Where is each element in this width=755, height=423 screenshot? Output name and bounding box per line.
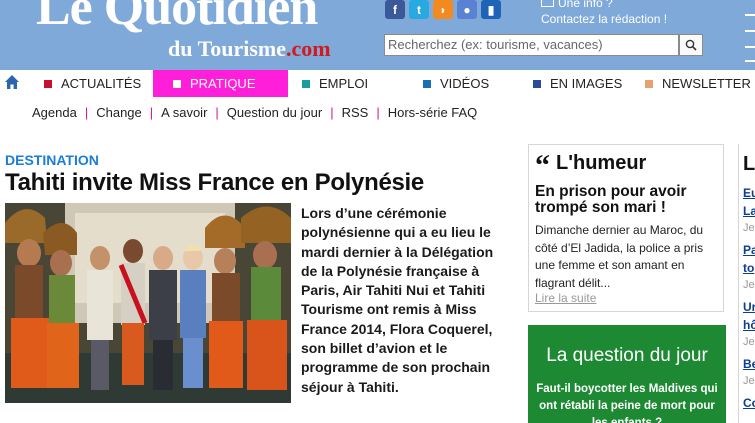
contact-line1: Une info ? [558,0,613,10]
read-more-link[interactable]: Lire la suite [535,291,596,305]
subnav-item-rss[interactable]: RSS [342,105,369,120]
mobile-icon[interactable]: ▮ [481,0,501,19]
rss-icon[interactable]: ◗ [433,0,453,19]
nav-label: PRATIQUE [190,76,256,91]
site-logo-bottom[interactable]: du Tourisme.com [168,36,331,62]
subnav-item-agenda[interactable]: Agenda [32,105,77,120]
nav-bullet [302,79,310,88]
question-heading: La question du jour [546,345,708,366]
right-column-link[interactable]: Ur [743,300,755,314]
myspace-icon[interactable]: ● [457,0,477,19]
subnav-separator: | [330,105,334,120]
site-header: Le Quotidien du Tourisme.com f t ◗ ● ▮ U… [0,0,755,70]
humeur-heading-label: L'humeur [556,152,647,174]
humeur-text: Dimanche dernier au Maroc, du côté d’El … [535,223,704,290]
subnav-item-hors-serie-faq[interactable]: Hors-série FAQ [388,105,478,120]
nav-label: EMPLOI [319,76,369,91]
nav-label: VIDÉOS [440,76,490,91]
article-lede[interactable]: Lors d’une cérémonie polynésienne qui a … [301,204,512,397]
nav-label: ACTUALITÉS [61,76,142,91]
home-icon[interactable] [4,74,20,90]
right-column-heading: Le [743,153,755,175]
article-photo-graphic [5,203,291,403]
logo-bottom-main: du Tourisme [168,36,286,61]
right-column-date: Je [743,336,755,348]
subnav-item-a-savoir[interactable]: A savoir [161,105,207,120]
right-column-link[interactable]: to [743,261,754,275]
nav-bullet [645,79,653,88]
nav-bullet [533,79,541,88]
page: Le Quotidien du Tourisme.com f t ◗ ● ▮ U… [0,0,755,423]
article-kicker[interactable]: DESTINATION [5,152,99,168]
search-icon [685,39,697,51]
right-column-link[interactable]: hô [743,318,755,332]
mail-icon [541,0,554,7]
contact-line2[interactable]: Contactez la rédaction ! [541,11,667,27]
facebook-icon[interactable]: f [385,0,405,19]
menu-icon[interactable] [742,0,755,70]
quote-icon: “ [535,149,550,182]
nav-item-emploi[interactable]: EMPLOI [302,70,368,97]
right-column-link[interactable]: La [743,204,755,218]
subnav-separator: | [215,105,219,120]
search-input[interactable]: Recherchez (ex: tourisme, vacances) [384,34,679,56]
right-column-date: Je [743,375,755,387]
right-column: Le Eu La Je Pa to Je Ur hô Je Be Je Co [738,144,755,423]
question-box: La question du jour Faut-il boycotter le… [528,325,726,423]
humeur-heading: “ L'humeur [535,151,647,181]
search-button[interactable] [679,34,703,56]
right-column-link[interactable]: Eu [743,186,755,200]
nav-label: NEWSLETTER [662,76,751,91]
subnav-item-change[interactable]: Change [96,105,142,120]
nav-bullet [423,79,431,88]
question-text[interactable]: Faut-il boycotter les Maldives qui ont r… [531,381,723,423]
nav-item-en-images[interactable]: EN IMAGES [533,70,622,97]
logo-bottom-suffix: .com [286,36,331,61]
nav-item-pratique[interactable]: PRATIQUE [153,70,288,97]
right-column-date: Je [743,222,755,234]
nav-item-actualites[interactable]: ACTUALITÉS [44,70,141,97]
right-column-link[interactable]: Pa [743,243,755,257]
sub-nav: Agenda | Change | A savoir | Question du jour |… [32,105,477,120]
right-column-link[interactable]: Co [743,396,755,410]
humeur-title[interactable]: En prison pour avoir trompé son mari ! [535,184,721,216]
subnav-separator: | [149,105,154,120]
nav-item-newsletter[interactable]: NEWSLETTER [645,70,751,97]
social-links: f t ◗ ● ▮ [385,0,501,19]
nav-label: EN IMAGES [550,76,623,91]
twitter-icon[interactable]: t [409,0,429,19]
right-column-link[interactable]: Be [743,357,755,371]
right-column-date: Je [743,279,755,291]
subnav-separator: | [376,105,380,120]
subnav-separator: | [84,105,89,120]
subnav-item-question-du-jour[interactable]: Question du jour [227,105,322,120]
nav-bullet [173,79,181,88]
main-nav: ACTUALITÉS PRATIQUE EMPLOI VIDÉOS EN IMA… [0,70,755,97]
article-photo[interactable] [5,203,291,403]
humeur-box: “ L'humeur En prison pour avoir trompé so… [528,144,724,312]
nav-bullet [44,79,52,88]
nav-item-videos[interactable]: VIDÉOS [423,70,489,97]
article-headline[interactable]: Tahiti invite Miss France en Polynésie [5,169,424,197]
site-logo-top[interactable]: Le Quotidien [36,0,318,37]
contact-block[interactable]: Une info ? Contactez la rédaction ! [541,0,667,27]
